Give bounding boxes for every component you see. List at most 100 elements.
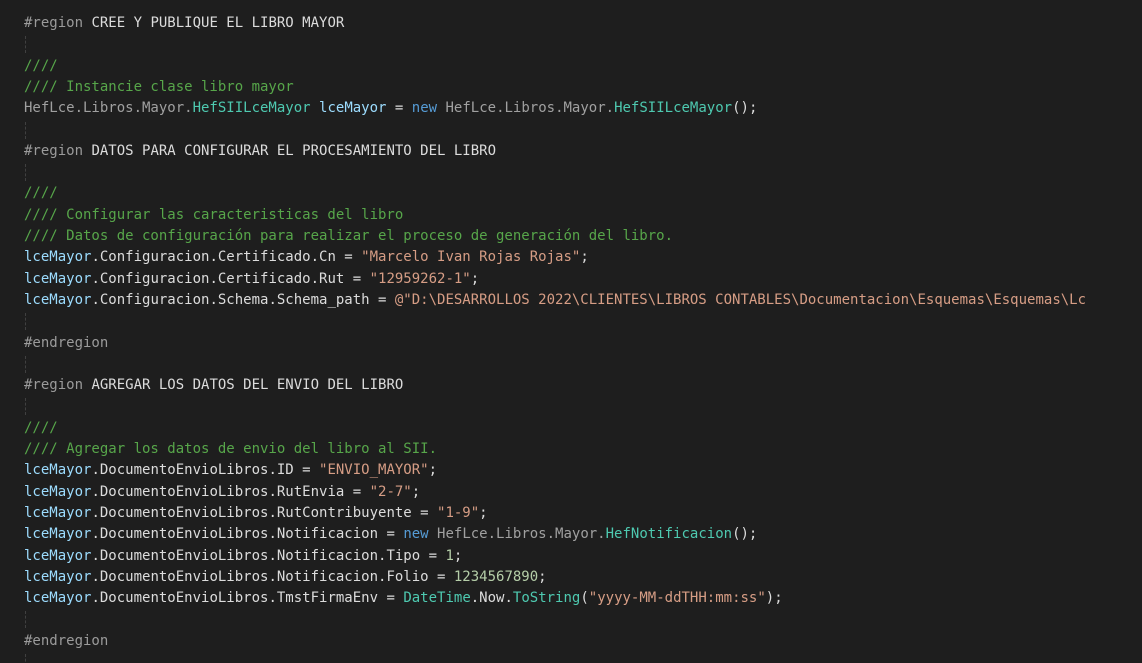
code-token: //// bbox=[24, 419, 58, 436]
code-token: = bbox=[386, 100, 412, 117]
code-token: //// Agregar los datos de envio del libr… bbox=[24, 441, 438, 457]
code-token: #endregion bbox=[24, 632, 109, 649]
code-token: 1 bbox=[445, 547, 454, 564]
code-token: //// Instancie clase libro mayor bbox=[24, 78, 294, 95]
code-token: HefLce.Libros.Mayor. bbox=[24, 100, 193, 117]
code-line[interactable]: //// Instancie clase libro mayor bbox=[24, 77, 294, 98]
code-token: "2-7" bbox=[369, 483, 412, 500]
code-line[interactable]: //// bbox=[24, 183, 58, 204]
code-token: ; bbox=[580, 249, 589, 266]
code-token: lceMayor bbox=[24, 249, 92, 266]
indent-guide bbox=[25, 121, 26, 139]
code-token: new bbox=[403, 526, 429, 543]
code-token: ); bbox=[765, 590, 783, 607]
indent-guide bbox=[25, 36, 26, 54]
code-line[interactable]: #region AGREGAR LOS DATOS DEL ENVIO DEL … bbox=[24, 375, 403, 396]
code-token: "ENVIO_MAYOR" bbox=[319, 462, 429, 479]
code-token: ToString bbox=[512, 590, 581, 607]
code-token: lceMayor bbox=[24, 483, 92, 500]
code-line[interactable]: lceMayor .DocumentoEnvioLibros.RutEnvia =… bbox=[24, 482, 420, 503]
code-token: ; bbox=[453, 547, 463, 564]
code-line[interactable]: #endregion bbox=[24, 333, 108, 354]
code-editor[interactable]: #region CREE Y PUBLIQUE EL LIBRO MAYOR //… bbox=[0, 0, 1142, 663]
code-token: HefNotificacion bbox=[605, 526, 733, 543]
code-token: "Marcelo Ivan Rojas Rojas" bbox=[361, 249, 581, 266]
code-token: CREE Y PUBLIQUE EL LIBRO MAYOR bbox=[91, 15, 345, 31]
code-token: ; bbox=[479, 504, 488, 521]
code-token: lceMayor bbox=[24, 291, 92, 308]
code-token: lceMayor bbox=[319, 100, 387, 117]
code-token: .DocumentoEnvioLibros.Notificacion.Tipo … bbox=[91, 547, 446, 564]
code-line[interactable]: lceMayor .DocumentoEnvioLibros.TmstFirmaE… bbox=[24, 588, 783, 609]
code-token: lceMayor bbox=[24, 270, 92, 287]
code-line[interactable]: lceMayor .DocumentoEnvioLibros.RutContrib… bbox=[24, 503, 488, 524]
code-token: .Configuracion.Certificado.Cn = bbox=[91, 249, 362, 266]
code-token: HefLce.Libros.Mayor. bbox=[428, 526, 606, 543]
code-line[interactable]: lceMayor .Configuracion.Schema.Schema_pat… bbox=[24, 290, 1086, 311]
code-token: ; bbox=[411, 483, 421, 500]
code-token: .DocumentoEnvioLibros.Notificacion.Folio… bbox=[91, 568, 454, 585]
code-token: new bbox=[411, 100, 438, 117]
code-line[interactable]: lceMayor .DocumentoEnvioLibros.Notificaci… bbox=[24, 524, 757, 545]
code-token: //// bbox=[24, 185, 58, 202]
indent-guide bbox=[25, 398, 26, 416]
code-line[interactable]: HefLce.Libros.Mayor. HefSIILceMayor lceMa… bbox=[24, 98, 757, 119]
code-token: .DocumentoEnvioLibros.Notificacion = bbox=[91, 526, 404, 543]
code-token: .DocumentoEnvioLibros.RutEnvia = bbox=[91, 483, 370, 500]
code-token: #region bbox=[24, 377, 92, 394]
code-token: DATOS PARA CONFIGURAR EL PROCESAMIENTO D… bbox=[91, 142, 497, 159]
code-line[interactable]: //// Agregar los datos de envio del libr… bbox=[24, 439, 437, 460]
code-token: lceMayor bbox=[24, 462, 92, 479]
code-token: ; bbox=[470, 270, 480, 287]
code-token: lceMayor bbox=[24, 568, 92, 585]
code-line[interactable]: lceMayor .DocumentoEnvioLibros.Notificaci… bbox=[24, 567, 547, 588]
code-token: HefSIILceMayor bbox=[614, 100, 733, 117]
indent-guide bbox=[25, 164, 26, 182]
indent-guide bbox=[25, 654, 26, 663]
code-token: //// Datos de configuración para realiza… bbox=[24, 228, 674, 244]
code-token: .Configuracion.Certificado.Rut = bbox=[91, 270, 370, 287]
code-token: .DocumentoEnvioLibros.ID = bbox=[91, 462, 320, 479]
code-token: .Now. bbox=[470, 590, 513, 607]
code-token: 1234567890 bbox=[453, 568, 539, 585]
code-line[interactable]: #region CREE Y PUBLIQUE EL LIBRO MAYOR bbox=[24, 13, 344, 34]
code-line[interactable]: //// Datos de configuración para realiza… bbox=[24, 226, 673, 247]
code-token: .DocumentoEnvioLibros.TmstFirmaEnv = bbox=[91, 590, 404, 607]
code-token: "12959262-1" bbox=[369, 270, 471, 287]
code-token: .Configuracion.Schema.Schema_path = bbox=[91, 291, 395, 308]
code-line[interactable]: lceMayor .Configuracion.Certificado.Rut =… bbox=[24, 269, 479, 290]
code-line[interactable]: //// bbox=[24, 418, 58, 439]
code-token: @"D:\DESARROLLOS 2022\CLIENTES\LIBROS CO… bbox=[394, 291, 1087, 308]
code-line[interactable]: #region DATOS PARA CONFIGURAR EL PROCESA… bbox=[24, 141, 496, 162]
indent-guide bbox=[25, 355, 26, 373]
code-token: HefLce.Libros.Mayor. bbox=[437, 100, 615, 117]
code-line[interactable]: lceMayor .Configuracion.Certificado.Cn = … bbox=[24, 247, 589, 268]
code-token: lceMayor bbox=[24, 547, 92, 564]
code-line[interactable]: lceMayor .DocumentoEnvioLibros.ID = "ENVI… bbox=[24, 460, 437, 481]
code-line[interactable]: #endregion bbox=[24, 631, 108, 652]
code-token: ; bbox=[538, 568, 547, 585]
code-token: AGREGAR LOS DATOS DEL ENVIO DEL LIBRO bbox=[91, 377, 404, 394]
code-token: (); bbox=[732, 526, 758, 543]
code-token: lceMayor bbox=[24, 526, 92, 543]
code-token: lceMayor bbox=[24, 504, 92, 521]
code-line[interactable]: lceMayor .DocumentoEnvioLibros.Notificaci… bbox=[24, 546, 462, 567]
code-token: ( bbox=[580, 590, 589, 607]
code-token: "1-9" bbox=[437, 504, 480, 521]
code-token: .DocumentoEnvioLibros.RutContribuyente = bbox=[91, 504, 438, 521]
code-token: //// Configurar las caracteristicas del … bbox=[24, 206, 404, 223]
code-token: ; bbox=[428, 462, 438, 479]
code-token: #endregion bbox=[24, 334, 109, 351]
code-token: (); bbox=[732, 100, 758, 117]
code-line[interactable]: //// Configurar las caracteristicas del … bbox=[24, 205, 403, 226]
code-token: #region bbox=[24, 15, 92, 31]
indent-guide bbox=[25, 611, 26, 629]
code-token: "yyyy-MM-ddTHH:mm:ss" bbox=[588, 590, 766, 607]
code-token: #region bbox=[24, 142, 92, 159]
code-token: lceMayor bbox=[24, 590, 92, 607]
code-token: HefSIILceMayor bbox=[192, 100, 311, 117]
indent-guide bbox=[25, 313, 26, 331]
code-token: //// bbox=[24, 57, 58, 74]
code-line[interactable]: //// bbox=[24, 56, 58, 77]
